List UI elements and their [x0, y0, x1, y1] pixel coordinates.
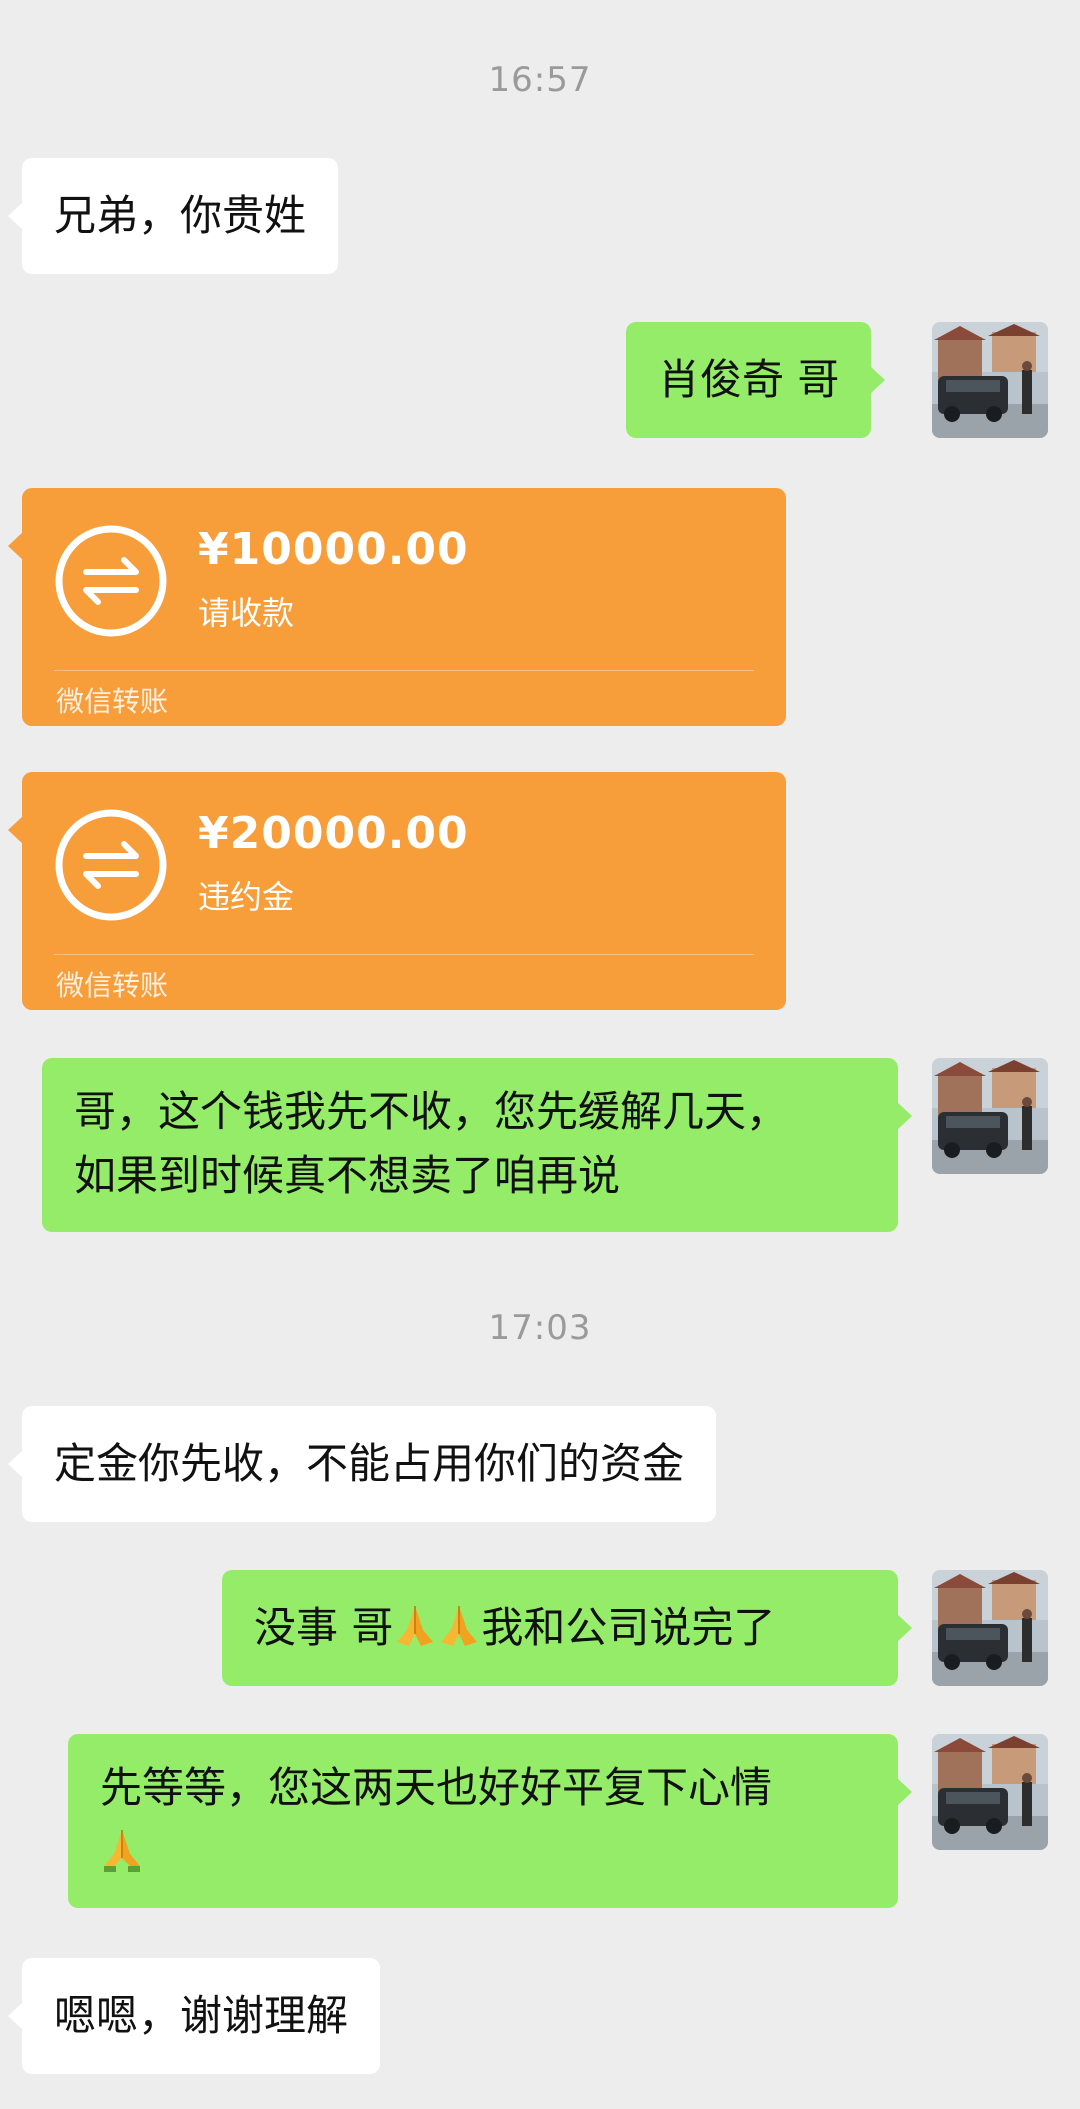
message-text: 定金你先收，不能占用你们的资金: [54, 1439, 685, 1488]
message-text: 兄弟，你贵姓: [54, 191, 307, 240]
avatar[interactable]: [932, 1734, 1048, 1850]
message-text: [100, 1820, 866, 1884]
message-text: 嗯嗯，谢谢理解: [54, 1991, 349, 2040]
folded-hands-emoji-icon: [104, 1830, 140, 1872]
message-text-part: 我和公司说完了: [481, 1603, 776, 1652]
message-bubble-received[interactable]: 兄弟，你贵姓: [7, 158, 339, 274]
transfer-note: 违约金: [198, 878, 295, 916]
transfer-footer: 微信转账: [56, 969, 169, 1002]
message-bubble-sent[interactable]: 哥，这个钱我先不收，您先缓解几天， 如果到时候真不想卖了咱再说: [42, 1058, 912, 1232]
avatar[interactable]: [932, 1058, 1048, 1174]
folded-hands-emoji-icon: [397, 1606, 434, 1646]
message-bubble-sent[interactable]: 没事 哥 我和公司说完了: [222, 1570, 912, 1686]
transfer-arrows-icon: [55, 525, 167, 637]
divider: [54, 954, 754, 955]
transfer-footer: 微信转账: [56, 685, 169, 718]
transfer-card[interactable]: ¥10000.00 请收款 微信转账: [8, 488, 786, 726]
divider: [54, 670, 754, 671]
message-text: 哥，这个钱我先不收，您先缓解几天，: [74, 1087, 789, 1136]
timestamp: 16:57: [488, 60, 592, 100]
avatar-car-photo-icon: [932, 1570, 1048, 1686]
avatar[interactable]: [932, 322, 1048, 438]
avatar[interactable]: [932, 1570, 1048, 1686]
transfer-amount: ¥20000.00: [198, 808, 469, 859]
message-bubble-sent[interactable]: 肖俊奇 哥: [626, 322, 886, 438]
transfer-amount: ¥10000.00: [198, 524, 469, 575]
message-bubble-received[interactable]: 嗯嗯，谢谢理解: [7, 1958, 381, 2074]
avatar-car-photo-icon: [932, 322, 1048, 438]
message-text: 肖俊奇 哥: [658, 355, 840, 404]
transfer-note: 请收款: [198, 594, 295, 632]
avatar-car-photo-icon: [932, 1734, 1048, 1850]
message-text: 没事 哥 我和公司说完了: [254, 1596, 866, 1660]
folded-hands-emoji-icon: [441, 1606, 478, 1646]
transfer-arrows-icon: [55, 809, 167, 921]
message-text: 如果到时候真不想卖了咱再说: [74, 1151, 621, 1200]
message-text: 先等等，您这两天也好好平复下心情: [100, 1763, 773, 1812]
message-bubble-received[interactable]: 定金你先收，不能占用你们的资金: [7, 1406, 717, 1522]
message-text-part: 没事 哥: [254, 1603, 394, 1652]
timestamp: 17:03: [488, 1308, 592, 1348]
message-bubble-sent[interactable]: 先等等，您这两天也好好平复下心情: [68, 1734, 912, 1908]
avatar-car-photo-icon: [932, 1058, 1048, 1174]
transfer-card[interactable]: ¥20000.00 违约金 微信转账: [8, 772, 786, 1010]
